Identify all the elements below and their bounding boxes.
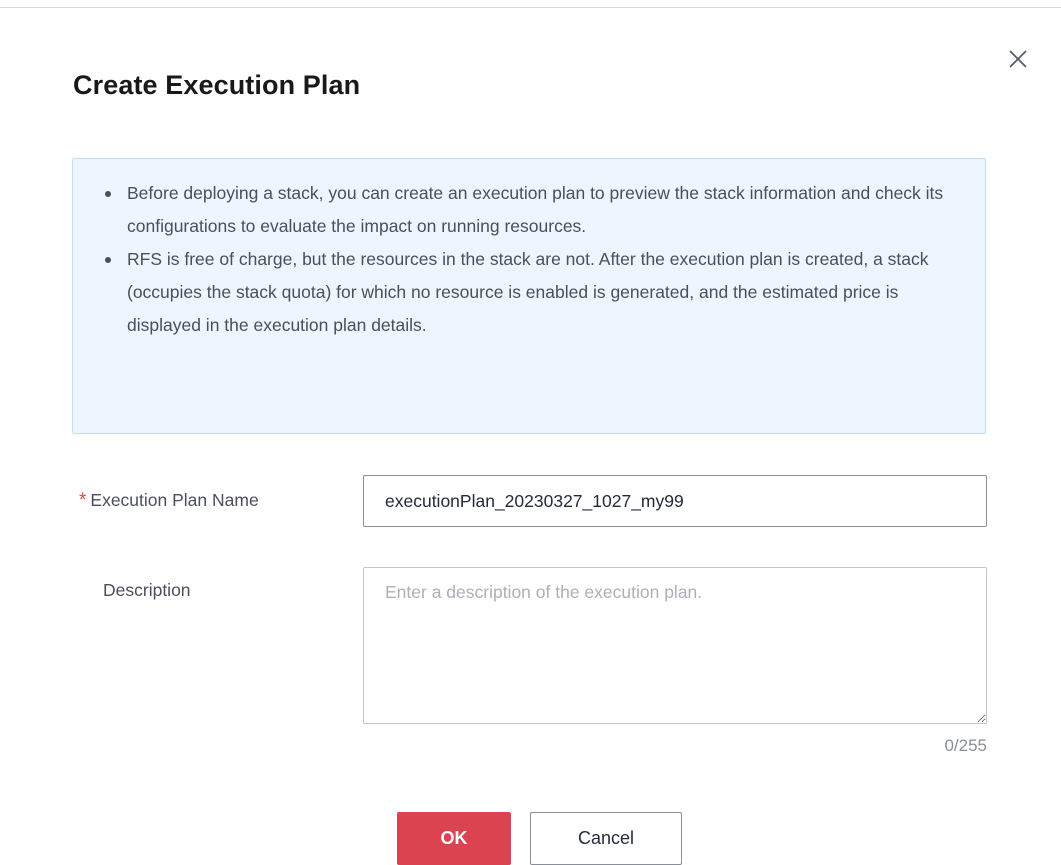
ok-button[interactable]: OK <box>397 812 511 865</box>
required-mark: * <box>79 490 87 511</box>
execution-plan-name-label-text: Execution Plan Name <box>90 490 259 510</box>
description-label: Description <box>103 580 191 600</box>
info-item: RFS is free of charge, but the resources… <box>105 243 955 342</box>
info-notice: Before deploying a stack, you can create… <box>72 158 986 434</box>
create-execution-plan-dialog: Create Execution Plan Before deploying a… <box>0 0 1061 865</box>
info-list: Before deploying a stack, you can create… <box>105 177 955 342</box>
bullet-icon <box>105 191 111 197</box>
info-item-text: RFS is free of charge, but the resources… <box>127 249 929 335</box>
execution-plan-name-label: * Execution Plan Name <box>79 490 259 512</box>
top-divider <box>0 7 1061 8</box>
close-icon[interactable] <box>1007 48 1029 70</box>
execution-plan-name-input[interactable] <box>363 475 987 527</box>
info-item: Before deploying a stack, you can create… <box>105 177 955 243</box>
cancel-button[interactable]: Cancel <box>530 812 682 865</box>
description-char-counter: 0/255 <box>944 736 987 755</box>
info-item-text: Before deploying a stack, you can create… <box>127 183 944 236</box>
description-textarea[interactable] <box>363 567 987 724</box>
bullet-icon <box>105 257 111 263</box>
dialog-title: Create Execution Plan <box>73 70 361 100</box>
